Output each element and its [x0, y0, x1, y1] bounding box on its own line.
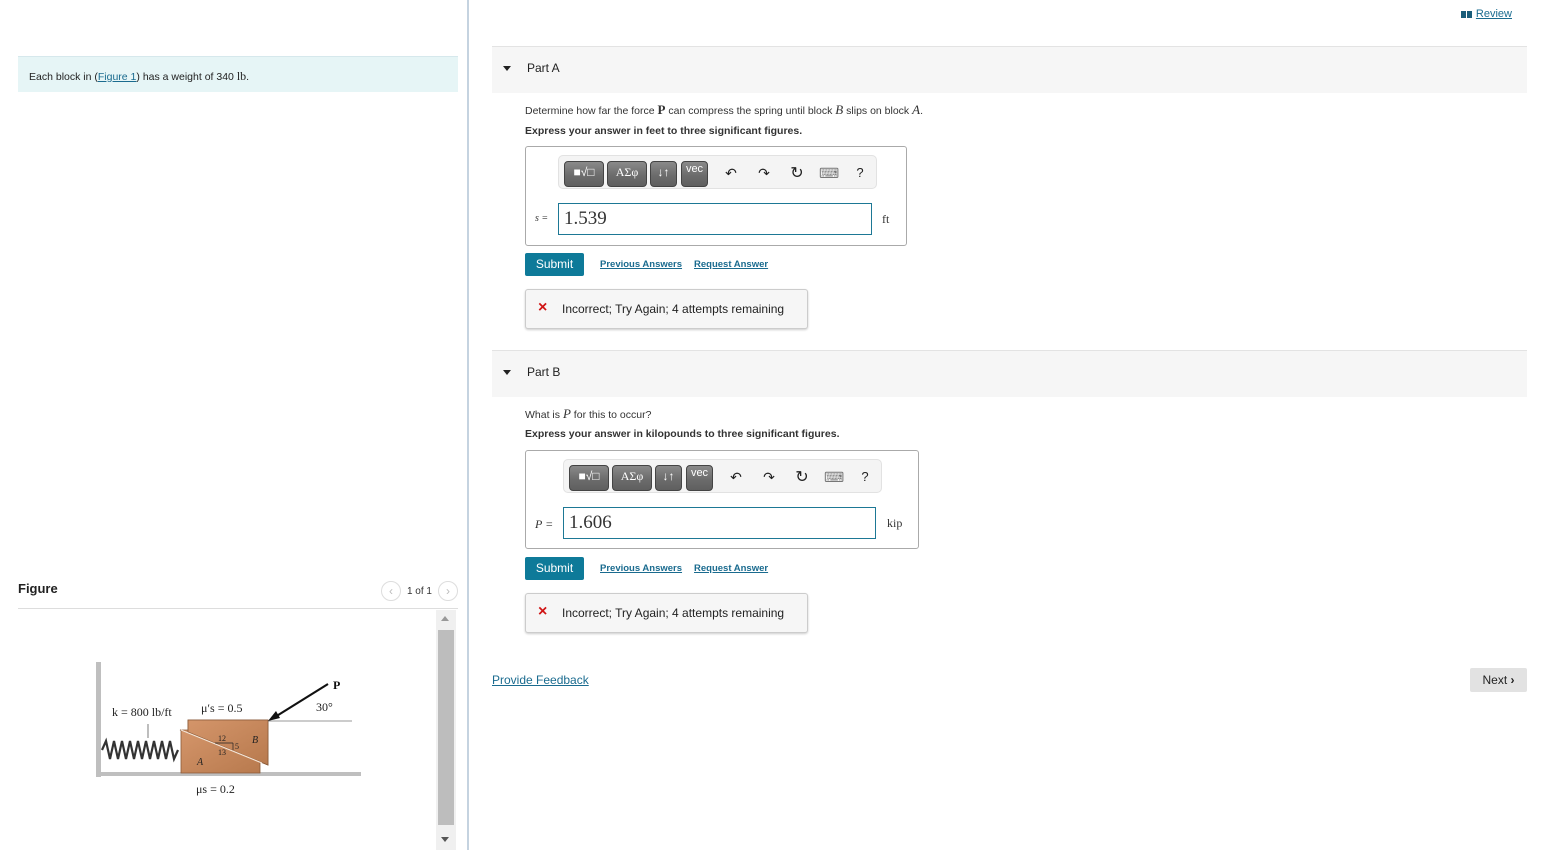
intro-period: . — [246, 71, 250, 83]
figure-nav: ‹ 1 of 1 › — [380, 581, 458, 601]
part-a-answer-box: ■√□ ΑΣφ ↓↑ vec ↶ ↷ ↻ ⌨ ? s = ft — [525, 146, 907, 246]
book-icon — [1460, 10, 1472, 18]
reset-icon[interactable]: ↻ — [793, 467, 811, 487]
slope-rise: 5 — [235, 742, 239, 751]
math-toolbar: ■√□ ΑΣφ ↓↑ vec ↶ ↷ ↻ ⌨ ? — [563, 459, 882, 493]
slope-run: 12 — [218, 734, 226, 743]
part-a-answer-input[interactable] — [558, 203, 872, 235]
figure-link[interactable]: Figure 1 — [98, 71, 137, 83]
wall — [96, 662, 101, 777]
answer-unit: ft — [882, 212, 890, 226]
q-text: What is — [525, 409, 563, 421]
slope-hyp: 13 — [218, 748, 226, 757]
undo-icon[interactable]: ↶ — [727, 469, 745, 486]
force-arrowhead — [268, 711, 280, 721]
caret-down-icon[interactable] — [503, 66, 511, 71]
block-b-label: B — [252, 735, 258, 746]
part-a-question: Determine how far the force P can compre… — [525, 102, 923, 118]
arrows-button[interactable]: ↓↑ — [655, 465, 682, 491]
q-text: can compress the spring until block — [665, 105, 836, 117]
undo-icon[interactable]: ↶ — [722, 165, 740, 182]
arrows-button[interactable]: ↓↑ — [650, 161, 677, 187]
error-x-icon: × — [538, 603, 548, 620]
redo-icon[interactable]: ↷ — [760, 469, 778, 486]
part-b-header[interactable]: Part B — [492, 350, 1527, 397]
q-text: slips on block — [843, 105, 913, 117]
answer-var-label: s = — [535, 213, 548, 224]
review-link[interactable]: Review — [1460, 8, 1512, 20]
q-text: Determine how far the force — [525, 105, 658, 117]
vec-button[interactable]: vec — [681, 161, 708, 187]
figure-header: Figure ‹ 1 of 1 › — [18, 580, 458, 609]
templates-button[interactable]: ■√□ — [569, 465, 609, 491]
q-text: . — [920, 105, 923, 117]
keyboard-icon[interactable]: ⌨ — [819, 165, 839, 182]
review-label: Review — [1475, 8, 1512, 20]
part-a-title: Part A — [527, 61, 560, 75]
provide-feedback-link[interactable]: Provide Feedback — [492, 673, 589, 687]
chevron-right-icon[interactable]: › — [438, 581, 458, 601]
caret-down-icon[interactable] — [503, 370, 511, 375]
part-a-request-answer-link[interactable]: Request Answer — [694, 259, 768, 270]
feedback-text: Incorrect; Try Again; 4 attempts remaini… — [562, 606, 785, 620]
part-b-feedback: × Incorrect; Try Again; 4 attempts remai… — [525, 593, 808, 633]
var-label-text: s = — [535, 213, 549, 224]
error-x-icon: × — [538, 299, 548, 316]
q-symbol: P — [562, 406, 571, 421]
part-a-header[interactable]: Part A — [492, 46, 1527, 93]
chevron-right-icon: › — [1510, 673, 1515, 687]
scroll-thumb[interactable] — [438, 630, 454, 825]
answer-var-label: P = — [535, 517, 553, 532]
templates-button[interactable]: ■√□ — [564, 161, 604, 187]
part-a-instruction: Express your answer in feet to three sig… — [525, 125, 803, 137]
spring — [100, 737, 180, 763]
angle-label: 30° — [316, 700, 333, 714]
feedback-text: Incorrect; Try Again; 4 attempts remaini… — [562, 302, 785, 316]
part-a-previous-answers-link[interactable]: Previous Answers — [600, 259, 682, 270]
math-toolbar: ■√□ ΑΣφ ↓↑ vec ↶ ↷ ↻ ⌨ ? — [558, 155, 877, 189]
intro-unit: lb — [236, 69, 247, 83]
part-b-answer-box: ■√□ ΑΣφ ↓↑ vec ↶ ↷ ↻ ⌨ ? P = kip — [525, 450, 919, 549]
mu-top-label: μ′s = 0.5 — [201, 701, 243, 715]
part-a-submit-button[interactable]: Submit — [525, 253, 584, 276]
figure-counter: 1 of 1 — [406, 585, 432, 597]
intro-text-after: ) has a weight of 340 — [136, 71, 237, 83]
help-icon[interactable]: ? — [856, 469, 874, 484]
part-b-question: What is P for this to occur? — [525, 406, 651, 422]
q-text: for this to occur? — [570, 409, 652, 421]
part-a-feedback: × Incorrect; Try Again; 4 attempts remai… — [525, 289, 808, 329]
k-label: k = 800 lb/ft — [112, 705, 172, 719]
scroll-down-icon[interactable] — [441, 837, 449, 842]
scroll-up-icon[interactable] — [441, 616, 449, 621]
part-b-previous-answers-link[interactable]: Previous Answers — [600, 563, 682, 574]
vec-button[interactable]: vec — [686, 465, 713, 491]
part-b-submit-button[interactable]: Submit — [525, 557, 584, 580]
keyboard-icon[interactable]: ⌨ — [824, 469, 844, 486]
next-label: Next — [1482, 673, 1508, 687]
left-pane: Each block in (Figure 1) has a weight of… — [0, 0, 469, 850]
problem-intro: Each block in (Figure 1) has a weight of… — [18, 56, 458, 92]
mu-bottom-label: μs = 0.2 — [196, 782, 235, 796]
next-button[interactable]: Next › — [1470, 668, 1527, 692]
force-label: P — [333, 678, 340, 692]
block-a-label: A — [196, 757, 204, 768]
answer-unit: kip — [887, 516, 903, 530]
intro-text-before: Each block in ( — [29, 71, 98, 83]
q-symbol: A — [912, 102, 921, 117]
reset-icon[interactable]: ↻ — [788, 163, 806, 183]
greek-button[interactable]: ΑΣφ — [607, 161, 647, 187]
part-b-title: Part B — [527, 365, 561, 379]
part-b-request-answer-link[interactable]: Request Answer — [694, 563, 768, 574]
chevron-left-icon[interactable]: ‹ — [380, 581, 401, 601]
figure-title: Figure — [18, 581, 58, 596]
figure-scrollbar[interactable] — [436, 610, 456, 850]
part-b-answer-input[interactable] — [563, 507, 876, 539]
redo-icon[interactable]: ↷ — [755, 165, 773, 182]
var-label-text: P = — [535, 517, 554, 531]
figure-image: 12 5 13 A B P 30° k = 800 lb/ft μ′s = 0.… — [96, 662, 361, 796]
part-b-instruction: Express your answer in kilopounds to thr… — [525, 428, 840, 440]
greek-button[interactable]: ΑΣφ — [612, 465, 652, 491]
help-icon[interactable]: ? — [851, 165, 869, 180]
